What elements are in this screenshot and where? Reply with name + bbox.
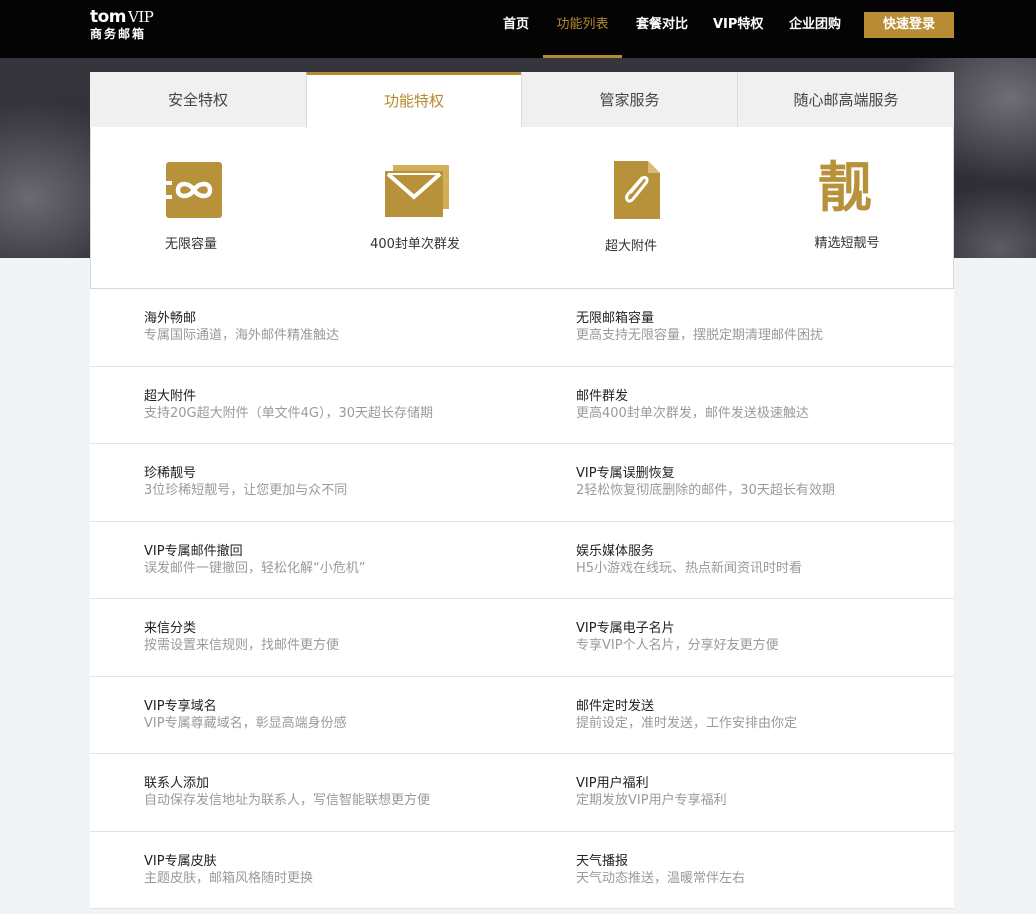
- tab-butler-service[interactable]: 管家服务: [521, 72, 737, 127]
- table-row: 海外畅邮专属国际通道，海外邮件精准触达 无限邮箱容量更高支持无限容量，摆脱定期清理…: [90, 289, 954, 367]
- infinity-icon: [166, 162, 222, 218]
- table-row: VIP专属皮肤 主题皮肤，邮箱风格随时更换 天气播报 天气动态推送，温暖常伴左右: [90, 832, 954, 909]
- tab-premium-service[interactable]: 随心邮高端服务: [737, 72, 954, 127]
- list-item: VIP专享域名 VIP专属尊藏域名，彰显高端身份感: [144, 698, 347, 732]
- feature-label: 无限容量: [164, 237, 217, 252]
- list-item: 娱乐媒体服务 H5小游戏在线玩、热点新闻资讯时时看: [576, 543, 802, 577]
- item-title: 邮件群发: [576, 388, 629, 404]
- item-description: 更高400封单次群发，邮件发送极速触达: [576, 405, 809, 421]
- nav-home[interactable]: 首页: [498, 0, 534, 58]
- item-title: VIP专属邮件撤回: [144, 543, 243, 559]
- list-item: 邮件定时发送 提前设定，准时发送，工作安排由你定: [576, 698, 797, 732]
- item-title: 联系人添加: [144, 776, 210, 791]
- item-description: 定期发放VIP用户专享福利: [576, 793, 727, 808]
- item-description: 专属国际通道，海外邮件精准触达: [144, 328, 340, 343]
- tom-vip-logo[interactable]: tom VIP 商务邮箱: [90, 7, 154, 42]
- nav-feature-list[interactable]: 功能列表: [543, 0, 622, 58]
- tab-security[interactable]: 安全特权: [90, 72, 306, 127]
- list-item: VIP专属皮肤 主题皮肤，邮箱风格随时更换: [144, 853, 313, 887]
- feature-highlights: 无限容量 400封单次群发 超大附件 靓 精选短靓号: [90, 127, 954, 289]
- feature-label: 超大附件: [604, 239, 657, 254]
- item-title: 海外畅邮: [144, 311, 197, 326]
- nav-group-purchase[interactable]: 企业团购: [787, 0, 843, 58]
- list-item: 天气播报 天气动态推送，温暖常伴左右: [576, 853, 745, 887]
- item-description: 支持20G超大附件（单文件4G），30天超长存储期: [144, 405, 434, 421]
- table-row: VIP专享域名 VIP专属尊藏域名，彰显高端身份感 邮件定时发送 提前设定，准时发送，…: [90, 677, 954, 754]
- feature-label: 精选短靓号: [814, 236, 880, 251]
- item-description: 天气动态推送，温暖常伴左右: [576, 870, 746, 886]
- quick-login-button[interactable]: 快速登录: [864, 12, 954, 38]
- feature-list: 海外畅邮专属国际通道，海外邮件精准触达 无限邮箱容量更高支持无限容量，摆脱定期清理…: [90, 289, 954, 909]
- feature-label: 400封单次群发: [370, 237, 460, 252]
- item-title: 超大附件: [144, 388, 197, 404]
- list-item: 超大附件 支持20G超大附件（单文件4G），30天超长存储期: [144, 388, 433, 422]
- item-description: VIP专属尊藏域名，彰显高端身份感: [144, 715, 347, 731]
- table-row: 珍稀靓号 3位珍稀短靓号，让您更加与众不同 VIP专属误删恢复 2轻松恢复彻底删除的邮…: [90, 444, 954, 522]
- item-title: VIP专属误删恢复: [576, 466, 675, 481]
- item-description: 提前设定，准时发送，工作安排由你定: [576, 715, 798, 731]
- feature-unlimited-capacity: 无限容量: [91, 127, 307, 289]
- item-description: 3位珍稀短靓号，让您更加与众不同: [144, 483, 348, 498]
- item-description: 误发邮件一键撤回，轻松化解“小危机”: [144, 560, 366, 576]
- item-title: VIP专属电子名片: [576, 621, 675, 636]
- item-title: VIP用户福利: [576, 776, 649, 791]
- tab-features[interactable]: 功能特权: [306, 72, 521, 128]
- paperclip-icon: [614, 161, 660, 219]
- item-title: 天气播报: [576, 853, 629, 869]
- item-title: 无限邮箱容量: [576, 311, 655, 326]
- item-description: 自动保存发信地址为联系人，写信智能联想更方便: [144, 793, 431, 808]
- table-row: VIP专属邮件撤回 误发邮件一键撤回，轻松化解“小危机” 娱乐媒体服务 H5小游戏在线…: [90, 522, 954, 599]
- liang-character-icon: 靓: [818, 156, 872, 219]
- list-item: 联系人添加自动保存发信地址为联系人，写信智能联想更方便: [144, 775, 430, 809]
- list-item: VIP用户福利定期发放VIP用户专享福利: [576, 775, 727, 809]
- list-item: 无限邮箱容量更高支持无限容量，摆脱定期清理邮件困扰: [576, 310, 823, 344]
- item-title: 娱乐媒体服务: [576, 543, 655, 559]
- item-title: 邮件定时发送: [576, 698, 655, 714]
- list-item: 珍稀靓号 3位珍稀短靓号，让您更加与众不同: [144, 465, 347, 499]
- envelope-icon: [385, 165, 449, 217]
- table-row: 联系人添加自动保存发信地址为联系人，写信智能联想更方便 VIP用户福利定期发放VI…: [90, 754, 954, 832]
- item-title: VIP专属皮肤: [144, 853, 217, 869]
- privilege-tabs: 安全特权 功能特权 管家服务 随心邮高端服务: [90, 72, 954, 128]
- item-description: 专享VIP个人名片，分享好友更方便: [576, 638, 779, 653]
- feature-large-attachment: 超大附件: [523, 127, 739, 289]
- item-title: 珍稀靓号: [144, 466, 197, 481]
- logo-brand: tom VIP: [90, 7, 154, 27]
- table-row: 来信分类按需设置来信规则，找邮件更方便 VIP专属电子名片专享VIP个人名片，分享…: [90, 599, 954, 677]
- item-title: 来信分类: [144, 621, 197, 636]
- list-item: VIP专属电子名片专享VIP个人名片，分享好友更方便: [576, 620, 779, 654]
- list-item: 海外畅邮专属国际通道，海外邮件精准触达: [144, 310, 339, 344]
- list-item: VIP专属误删恢复 2轻松恢复彻底删除的邮件，30天超长有效期: [576, 465, 835, 499]
- top-navigation-bar: tom VIP 商务邮箱 首页 功能列表 套餐对比 VIP特权 企业团购 快速登录: [0, 0, 1036, 58]
- item-description: 2轻松恢复彻底删除的邮件，30天超长有效期: [576, 483, 835, 498]
- nav-plan-compare[interactable]: 套餐对比: [634, 0, 690, 58]
- feature-panel: 安全特权 功能特权 管家服务 随心邮高端服务 无限容量 400封单次群发 超大附…: [90, 72, 954, 909]
- list-item: VIP专属邮件撤回 误发邮件一键撤回，轻松化解“小危机”: [144, 543, 365, 577]
- list-item: 来信分类按需设置来信规则，找邮件更方便: [144, 620, 339, 654]
- item-description: 主题皮肤，邮箱风格随时更换: [144, 870, 314, 886]
- table-row: 超大附件 支持20G超大附件（单文件4G），30天超长存储期 邮件群发 更高400封单…: [90, 367, 954, 444]
- item-description: 按需设置来信规则，找邮件更方便: [144, 638, 340, 653]
- nav-vip-privilege[interactable]: VIP特权: [713, 0, 763, 58]
- item-description: H5小游戏在线玩、热点新闻资讯时时看: [576, 560, 803, 576]
- list-item: 邮件群发 更高400封单次群发，邮件发送极速触达: [576, 388, 809, 422]
- logo-subtitle: 商务邮箱: [90, 27, 147, 41]
- feature-short-number: 靓 精选短靓号: [739, 127, 955, 289]
- item-description: 更高支持无限容量，摆脱定期清理邮件困扰: [576, 328, 824, 343]
- item-title: VIP专享域名: [144, 698, 217, 714]
- feature-bulk-send: 400封单次群发: [307, 127, 523, 289]
